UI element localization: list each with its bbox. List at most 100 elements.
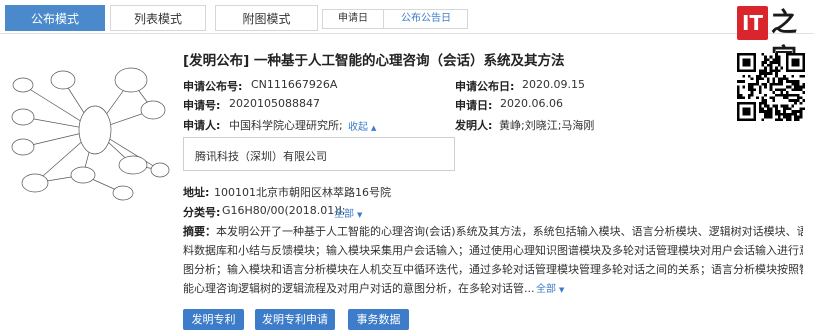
qr-module bbox=[777, 61, 781, 64]
diagram-node bbox=[112, 185, 134, 201]
qr-module bbox=[802, 107, 805, 111]
publication-date-label: 申请公布日: bbox=[455, 80, 515, 93]
qr-module bbox=[796, 85, 800, 89]
qr-module bbox=[766, 112, 770, 116]
qr-module bbox=[785, 85, 789, 89]
qr-module bbox=[780, 93, 784, 97]
qr-module bbox=[796, 110, 800, 113]
qr-module bbox=[761, 107, 765, 111]
qr-module bbox=[769, 72, 773, 75]
qr-module bbox=[796, 93, 800, 97]
qr-module bbox=[775, 93, 778, 97]
qr-module bbox=[799, 101, 803, 105]
invention-application-button[interactable]: 发明专利申请 bbox=[255, 309, 335, 330]
qr-module bbox=[794, 115, 797, 119]
qr-module bbox=[761, 77, 765, 81]
qr-module bbox=[783, 77, 786, 81]
affairs-data-button[interactable]: 事务数据 bbox=[348, 309, 409, 330]
qr-module bbox=[794, 88, 797, 92]
qr-module bbox=[747, 82, 751, 86]
qr-module bbox=[775, 66, 778, 70]
qr-module bbox=[766, 110, 770, 113]
qr-module bbox=[764, 58, 767, 62]
qr-module bbox=[783, 88, 786, 92]
qr-module bbox=[802, 74, 805, 78]
qr-module bbox=[750, 85, 754, 89]
qr-module bbox=[777, 112, 781, 116]
publication-date: 2020.09.15 bbox=[522, 78, 585, 91]
qr-module bbox=[764, 115, 767, 119]
collapse-toggle[interactable]: 收起 ▲ bbox=[348, 118, 376, 133]
qr-module bbox=[783, 93, 786, 97]
qr-module bbox=[775, 88, 778, 92]
chevron-down-icon: ▼ bbox=[559, 286, 565, 294]
qr-module bbox=[799, 74, 803, 78]
sort-application-date[interactable]: 申请日 bbox=[323, 10, 383, 28]
tab-list-mode[interactable]: 列表模式 bbox=[110, 5, 206, 31]
qr-module bbox=[802, 85, 805, 89]
qr-module bbox=[761, 110, 765, 113]
qr-module bbox=[772, 82, 776, 86]
qr-module bbox=[769, 69, 773, 73]
qr-module bbox=[747, 96, 751, 100]
qr-module bbox=[780, 104, 784, 108]
patent-title[interactable]: [发明公布] 一种基于人工智能的心理咨询（会话）系统及其方法 bbox=[183, 49, 565, 69]
qr-module bbox=[780, 88, 784, 92]
abstract-expand-label: 全部 bbox=[536, 284, 556, 295]
qr-module bbox=[764, 82, 767, 86]
qr-module bbox=[750, 91, 754, 94]
qr-module bbox=[780, 91, 784, 94]
sort-publication-date[interactable]: 公布公告日 bbox=[383, 10, 468, 28]
qr-module bbox=[758, 110, 762, 113]
qr-module bbox=[777, 115, 781, 119]
diagram-node bbox=[11, 138, 35, 156]
patent-drawing-thumbnail[interactable] bbox=[5, 45, 170, 205]
qr-module bbox=[756, 96, 759, 100]
tab-drawing-mode[interactable]: 附图模式 bbox=[215, 5, 318, 31]
qr-module bbox=[761, 96, 765, 100]
qr-module bbox=[772, 80, 776, 83]
qr-module bbox=[775, 110, 778, 113]
toolbar-divider bbox=[0, 33, 814, 34]
qr-module bbox=[769, 82, 773, 86]
qr-module bbox=[761, 69, 765, 73]
qr-module bbox=[785, 115, 789, 119]
qr-module bbox=[769, 110, 773, 113]
diagram-node bbox=[114, 67, 148, 93]
qr-module bbox=[794, 99, 797, 102]
qr-module bbox=[756, 80, 759, 83]
qr-module bbox=[780, 80, 784, 83]
qr-module bbox=[769, 107, 773, 111]
qr-module bbox=[761, 118, 765, 121]
abstract-line: 料数据库和小结与反馈模块；输入模块采集用户会话输入；通过使用心理知识图谱模块及多… bbox=[183, 244, 803, 257]
qr-module bbox=[761, 82, 765, 86]
abstract-expand[interactable]: 全部 ▼ bbox=[536, 280, 564, 300]
qr-module bbox=[758, 88, 762, 92]
qr-module bbox=[785, 107, 789, 111]
qr-module bbox=[777, 55, 781, 59]
qr-module bbox=[764, 110, 767, 113]
co-applicant-box: 腾讯科技（深圳）有限公司 bbox=[183, 137, 455, 171]
diagram-node bbox=[78, 105, 112, 155]
qr-module bbox=[783, 110, 786, 113]
qr-module bbox=[799, 110, 803, 113]
qr-module bbox=[772, 99, 776, 102]
application-number: 2020105088847 bbox=[229, 97, 320, 110]
abstract-line: 图分析；输入模块和语言分析模块在人机交互中循环迭代，通过多轮对话管理模块管理多轮… bbox=[183, 263, 803, 276]
qr-module bbox=[785, 80, 789, 83]
qr-module bbox=[777, 110, 781, 113]
qr-module bbox=[788, 115, 792, 119]
qr-module bbox=[791, 58, 800, 67]
qr-module bbox=[783, 112, 786, 116]
publication-number: CN111667926A bbox=[251, 78, 338, 91]
application-date-label: 申请日: bbox=[455, 99, 493, 112]
classification-expand[interactable]: 全部 ▼ bbox=[334, 205, 362, 220]
tab-publication-mode[interactable]: 公布模式 bbox=[5, 5, 105, 31]
qr-module bbox=[764, 112, 767, 116]
invention-patent-button[interactable]: 发明专利 bbox=[183, 309, 244, 330]
qr-module bbox=[758, 77, 762, 81]
qr-module bbox=[796, 99, 800, 102]
qr-module bbox=[799, 112, 803, 116]
address-label: 地址: bbox=[183, 186, 210, 199]
qr-module bbox=[769, 112, 773, 116]
